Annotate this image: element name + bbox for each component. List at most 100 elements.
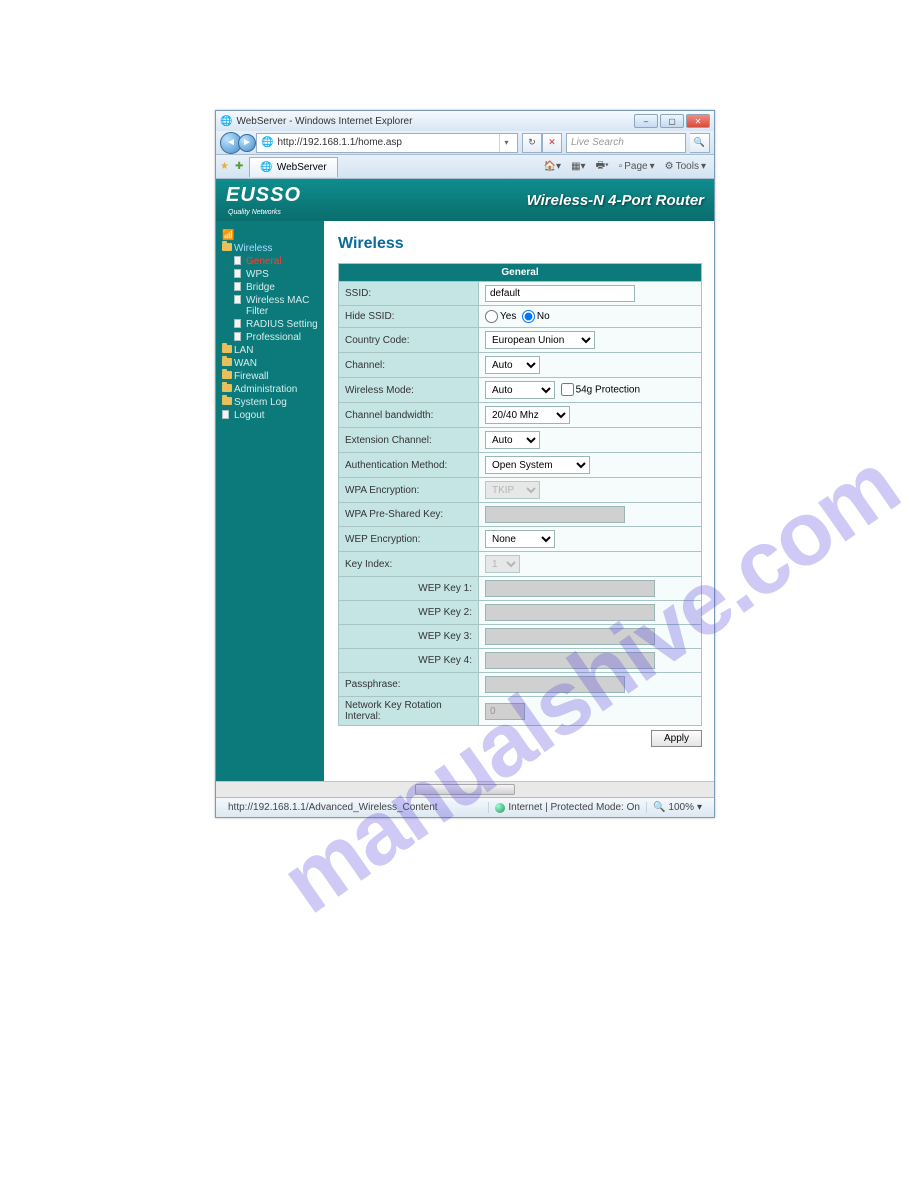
config-panel: Wireless General SSID: Hide SSID: Yes No… xyxy=(324,221,714,781)
wepenc-label: WEP Encryption: xyxy=(339,527,479,552)
sidebar-item-professional[interactable]: Professional xyxy=(220,331,320,344)
hidessid-label: Hide SSID: xyxy=(339,306,479,328)
search-placeholder: Live Search xyxy=(571,137,624,148)
protection-label: 54g Protection xyxy=(576,385,641,396)
status-bar: http://192.168.1.1/Advanced_Wireless_Con… xyxy=(216,797,714,817)
globe-icon xyxy=(495,803,505,813)
sidebar-item-radius[interactable]: RADIUS Setting xyxy=(220,318,320,331)
wepkey3-label: WEP Key 3: xyxy=(339,625,479,649)
wepkey2-label: WEP Key 2: xyxy=(339,601,479,625)
window-title: WebServer - Windows Internet Explorer xyxy=(236,116,412,127)
sidebar-wan[interactable]: WAN xyxy=(220,357,320,370)
page-menu[interactable]: ▫Page▾ xyxy=(615,156,659,177)
scrollbar-thumb[interactable] xyxy=(415,784,515,795)
brand-logo: EUSSO xyxy=(226,184,301,207)
keyindex-label: Key Index: xyxy=(339,552,479,577)
wepenc-select[interactable]: None xyxy=(485,530,555,548)
status-url: http://192.168.1.1/Advanced_Wireless_Con… xyxy=(222,802,488,813)
close-button[interactable]: ✕ xyxy=(686,114,710,128)
hidessid-yes-radio[interactable] xyxy=(485,310,498,323)
ssid-input[interactable] xyxy=(485,285,635,302)
url-text: http://192.168.1.1/home.asp xyxy=(277,137,499,148)
protection-checkbox[interactable] xyxy=(561,383,574,396)
feeds-button[interactable]: ▦▾ xyxy=(567,156,589,177)
bandwidth-select[interactable]: 20/40 Mhz xyxy=(485,406,570,424)
hidessid-no-radio[interactable] xyxy=(522,310,535,323)
wepkey4-input xyxy=(485,652,655,669)
minimize-button[interactable]: – xyxy=(634,114,658,128)
sidebar-lan[interactable]: LAN xyxy=(220,344,320,357)
status-zoom[interactable]: 🔍100% ▾ xyxy=(646,802,708,813)
product-title: Wireless-N 4-Port Router xyxy=(527,192,704,209)
status-zone: Internet | Protected Mode: On xyxy=(488,802,646,813)
titlebar: 🌐 WebServer - Windows Internet Explorer … xyxy=(216,111,714,131)
wepkey1-input xyxy=(485,580,655,597)
page-icon: 🌐 xyxy=(261,137,273,148)
sidebar-firewall[interactable]: Firewall xyxy=(220,370,320,383)
print-button[interactable]: 🖶▾ xyxy=(592,156,613,177)
passphrase-label: Passphrase: xyxy=(339,673,479,697)
sidebar-administration[interactable]: Administration xyxy=(220,383,320,396)
bandwidth-label: Channel bandwidth: xyxy=(339,403,479,428)
apply-button[interactable]: Apply xyxy=(651,730,702,747)
extchannel-label: Extension Channel: xyxy=(339,428,479,453)
search-go-button[interactable]: 🔍 xyxy=(690,133,710,153)
maximize-button[interactable]: ▢ xyxy=(660,114,684,128)
sidebar-item-general[interactable]: General xyxy=(220,255,320,268)
sidebar-item-macfilter[interactable]: Wireless MAC Filter xyxy=(220,294,320,318)
rotation-input xyxy=(485,703,525,720)
auth-select[interactable]: Open System xyxy=(485,456,590,474)
psk-input xyxy=(485,506,625,523)
browser-window: 🌐 WebServer - Windows Internet Explorer … xyxy=(215,110,715,818)
address-dropdown-icon[interactable]: ▾ xyxy=(499,134,513,152)
passphrase-input xyxy=(485,676,625,693)
sidebar-item-bridge[interactable]: Bridge xyxy=(220,281,320,294)
channel-select[interactable]: Auto xyxy=(485,356,540,374)
search-box[interactable]: Live Search xyxy=(566,133,686,153)
address-bar[interactable]: 🌐 http://192.168.1.1/home.asp ▾ xyxy=(256,133,518,153)
wepkey1-label: WEP Key 1: xyxy=(339,577,479,601)
country-label: Country Code: xyxy=(339,328,479,353)
brand-tagline: Quality Networks xyxy=(228,209,301,216)
brand-header: EUSSO Quality Networks Wireless-N 4-Port… xyxy=(216,179,714,221)
add-favorite-icon[interactable]: ✚ xyxy=(235,161,243,172)
sidebar-nav: 📶 Wireless General WPS Bridge Wireless M… xyxy=(216,221,324,781)
country-select[interactable]: European Union xyxy=(485,331,595,349)
favicon-icon: 🌐 xyxy=(220,116,232,127)
psk-label: WPA Pre-Shared Key: xyxy=(339,503,479,527)
tools-menu[interactable]: ⚙Tools▾ xyxy=(661,156,710,177)
mode-select[interactable]: Auto xyxy=(485,381,555,399)
sidebar-systemlog[interactable]: System Log xyxy=(220,396,320,409)
nav-toolbar: ◄ ► 🌐 http://192.168.1.1/home.asp ▾ ↻ ✕ … xyxy=(216,131,714,155)
sidebar-root-icon[interactable]: 📶 xyxy=(220,229,320,242)
favorites-star-icon[interactable]: ★ xyxy=(220,161,229,172)
extchannel-select[interactable]: Auto xyxy=(485,431,540,449)
rotation-label: Network Key Rotation Interval: xyxy=(339,697,479,726)
wpaenc-select: TKIP xyxy=(485,481,540,499)
wepkey2-input xyxy=(485,604,655,621)
ssid-label: SSID: xyxy=(339,282,479,306)
stop-button[interactable]: ✕ xyxy=(542,133,562,153)
tab-active[interactable]: 🌐 WebServer xyxy=(249,157,337,177)
mode-label: Wireless Mode: xyxy=(339,378,479,403)
sidebar-logout[interactable]: Logout xyxy=(220,409,320,422)
sidebar-wireless[interactable]: Wireless xyxy=(220,242,320,255)
yes-label: Yes xyxy=(500,311,516,322)
tab-label: WebServer xyxy=(277,162,327,173)
wpaenc-label: WPA Encryption: xyxy=(339,478,479,503)
home-button[interactable]: 🏠▾ xyxy=(540,156,565,177)
forward-button[interactable]: ► xyxy=(238,134,256,152)
tab-toolbar: ★ ✚ 🌐 WebServer 🏠▾ ▦▾ 🖶▾ ▫Page▾ ⚙Tools▾ xyxy=(216,155,714,179)
section-header: General xyxy=(339,264,702,282)
auth-label: Authentication Method: xyxy=(339,453,479,478)
keyindex-select: 1 xyxy=(485,555,520,573)
page-title: Wireless xyxy=(338,235,702,253)
wepkey4-label: WEP Key 4: xyxy=(339,649,479,673)
sidebar-item-wps[interactable]: WPS xyxy=(220,268,320,281)
channel-label: Channel: xyxy=(339,353,479,378)
tab-favicon-icon: 🌐 xyxy=(260,162,272,173)
wepkey3-input xyxy=(485,628,655,645)
refresh-button[interactable]: ↻ xyxy=(522,133,542,153)
no-label: No xyxy=(537,311,550,322)
horizontal-scrollbar[interactable] xyxy=(216,781,714,797)
